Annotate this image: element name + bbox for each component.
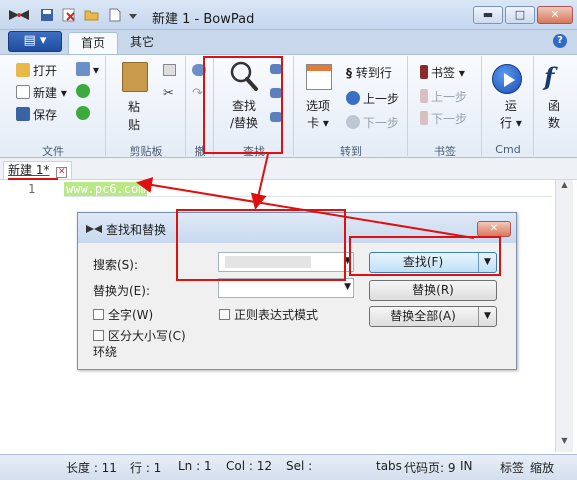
annotation-arrows [136, 153, 475, 239]
arrow-findnext-to-text [136, 177, 475, 239]
arrow-find-to-search [250, 153, 269, 210]
